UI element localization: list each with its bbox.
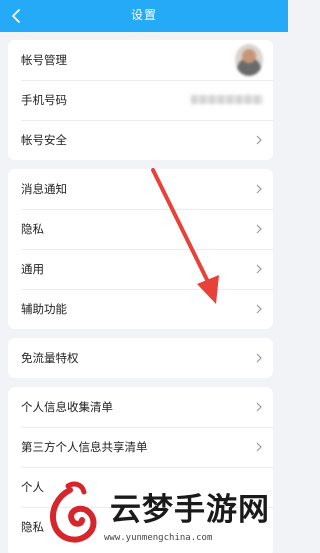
chevron-right-icon [256,402,262,412]
chevron-right-icon [256,264,262,274]
data-free-group: 免流量特权 [8,338,273,378]
settings-item-account-security[interactable]: 帐号安全 [8,120,273,160]
item-label: 免流量特权 [21,351,79,365]
settings-item-general[interactable]: 通用 [8,249,273,289]
item-label: 个人 [21,480,44,494]
item-label: 第三方个人信息共享清单 [21,440,148,454]
item-label: 通用 [21,262,44,276]
item-label: 隐私 [21,222,44,236]
chevron-right-icon [256,353,262,363]
page-title: 设置 [130,8,157,22]
chevron-right-icon [256,184,262,194]
settings-item-personal-info-list[interactable]: 个人信息收集清单 [8,387,273,427]
item-label: 辅助功能 [21,302,67,316]
item-label: 个人信息收集清单 [21,400,113,414]
top-bar: 设置 [0,0,288,32]
chevron-right-icon [256,135,262,145]
masked-phone-value [191,95,263,104]
chevron-right-icon [256,224,262,234]
account-group: 帐号管理 手机号码 帐号安全 [8,40,273,160]
item-label: 消息通知 [21,182,67,196]
item-label: 帐号安全 [21,133,67,147]
chevron-right-icon [256,304,262,314]
avatar [235,44,263,76]
settings-item-privacy[interactable]: 隐私 [8,209,273,249]
settings-item-notifications[interactable]: 消息通知 [8,169,273,209]
item-label: 手机号码 [21,93,67,107]
settings-item-account-management[interactable]: 帐号管理 [8,40,273,80]
personal-info-group: 个人信息收集清单 第三方个人信息共享清单 个人 隐私 [8,387,273,553]
settings-item-phone-number[interactable]: 手机号码 [8,80,273,120]
settings-item-third-party-sharing[interactable]: 第三方个人信息共享清单 [8,427,273,467]
item-label: 帐号管理 [21,53,67,67]
settings-item-free-data[interactable]: 免流量特权 [8,338,273,378]
settings-item-accessibility[interactable]: 辅助功能 [8,289,273,329]
settings-item-personal-truncated[interactable]: 个人 [8,467,273,507]
general-group: 消息通知 隐私 通用 辅助功能 [8,169,273,329]
settings-item-privacy-truncated[interactable]: 隐私 [8,507,273,547]
chevron-right-icon [256,442,262,452]
item-label: 隐私 [21,520,44,534]
